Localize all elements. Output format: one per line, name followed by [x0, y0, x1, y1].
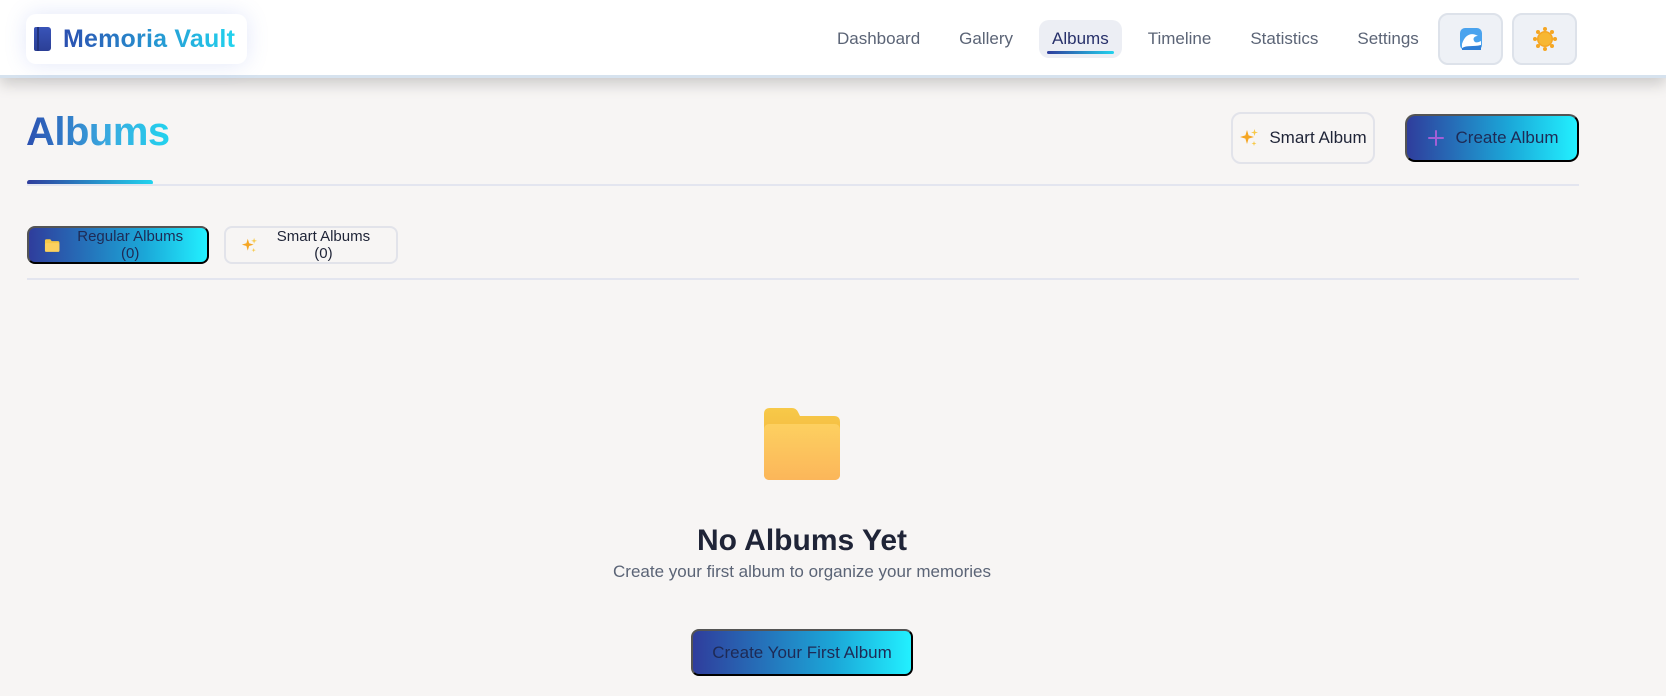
nav-item-settings[interactable]: Settings — [1344, 20, 1431, 58]
folder-icon — [764, 408, 840, 480]
nav-item-gallery[interactable]: Gallery — [946, 20, 1026, 58]
tabs-divider — [27, 278, 1579, 280]
tab-smart-albums-label: Smart Albums (0) — [276, 228, 371, 262]
main-nav: Dashboard Gallery Albums Timeline Statis… — [824, 20, 1432, 58]
create-album-label: Create Album — [1455, 128, 1559, 147]
wave-theme-icon — [1459, 28, 1482, 50]
top-navigation-bar: Memoria Vault Dashboard Gallery Albums T… — [0, 0, 1666, 78]
page-title: Albums — [26, 110, 170, 154]
sun-theme-button[interactable] — [1512, 13, 1577, 65]
create-first-album-button[interactable]: Create Your First Album — [691, 629, 913, 676]
book-icon — [34, 27, 51, 51]
empty-state-subtitle: Create your first album to organize your… — [613, 562, 991, 581]
smart-album-label: Smart Album — [1269, 128, 1367, 147]
plus-icon — [1427, 130, 1444, 146]
nav-item-albums[interactable]: Albums — [1039, 20, 1122, 58]
folder-icon — [44, 238, 60, 252]
tab-regular-albums[interactable]: Regular Albums (0) — [27, 226, 209, 264]
empty-state-title: No Albums Yet — [696, 524, 908, 557]
ocean-theme-button[interactable] — [1438, 13, 1503, 65]
smart-album-button[interactable]: Smart Album — [1231, 112, 1375, 164]
nav-item-timeline[interactable]: Timeline — [1135, 20, 1225, 58]
brand-logo[interactable]: Memoria Vault — [26, 14, 247, 64]
header-divider — [27, 184, 1579, 186]
tab-regular-albums-label: Regular Albums (0) — [77, 228, 184, 262]
sun-theme-icon — [1532, 27, 1557, 51]
nav-item-statistics[interactable]: Statistics — [1237, 20, 1331, 58]
app-name: Memoria Vault — [63, 24, 236, 53]
sparkles-icon — [241, 237, 258, 252]
create-album-button[interactable]: Create Album — [1405, 114, 1579, 162]
nav-item-dashboard[interactable]: Dashboard — [824, 20, 933, 58]
sparkles-icon — [1240, 129, 1259, 146]
tab-smart-albums[interactable]: Smart Albums (0) — [224, 226, 398, 264]
